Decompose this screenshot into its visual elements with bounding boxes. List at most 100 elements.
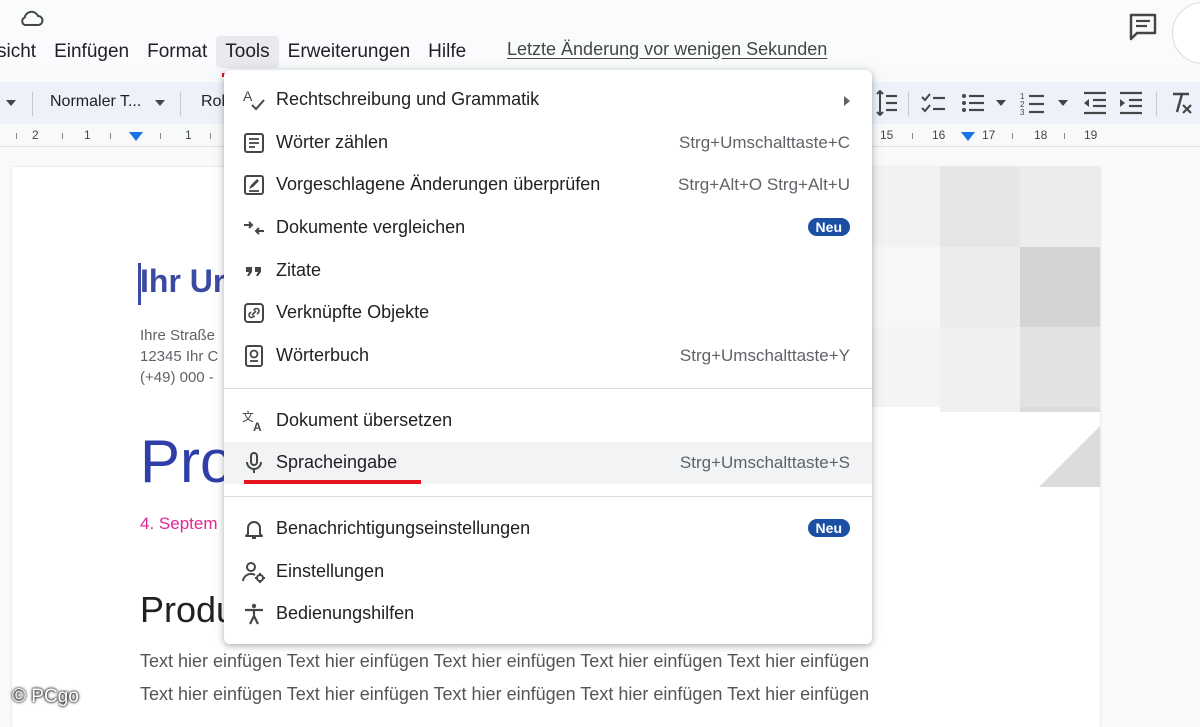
menu-item-compare-documents[interactable]: Dokumente vergleichen Neu xyxy=(224,207,872,249)
increase-indent-icon[interactable] xyxy=(1118,90,1144,116)
user-settings-icon xyxy=(242,562,265,583)
shortcut-text: Strg+Umschalttaste+Y xyxy=(679,346,850,365)
dictionary-icon xyxy=(245,345,263,367)
spellcheck-icon: A xyxy=(243,88,265,111)
menu-divider xyxy=(224,388,872,389)
voice-typing-highlight-underline xyxy=(244,480,421,484)
zoom-dropdown-arrow-icon[interactable] xyxy=(6,100,16,106)
ruler-number: 19 xyxy=(1084,128,1098,142)
menu-bar: sicht Einfügen Format Tools Erweiterunge… xyxy=(0,36,475,68)
word-count-icon xyxy=(244,133,264,153)
ruler-number: 16 xyxy=(932,128,946,142)
cloud-saved-icon[interactable] xyxy=(18,8,44,28)
menu-item-review-edits[interactable]: Vorgeschlagene Änderungen überprüfen Str… xyxy=(224,164,872,206)
review-edits-icon xyxy=(244,175,264,195)
decor-tile xyxy=(1020,167,1100,247)
decor-tile xyxy=(860,167,940,247)
ruler-number: 17 xyxy=(982,128,996,142)
accessibility-icon xyxy=(245,603,263,625)
right-indent-marker-icon[interactable] xyxy=(961,132,975,141)
top-bar: sicht Einfügen Format Tools Erweiterunge… xyxy=(0,0,1200,70)
numbered-list-icon[interactable]: 1 2 3 xyxy=(1020,90,1046,116)
toolbar-divider xyxy=(180,92,181,116)
menu-item-label: Vorgeschlagene Änderungen überprüfen xyxy=(276,174,601,194)
menu-item-spelling-grammar[interactable]: A Rechtschreibung und Grammatik xyxy=(224,79,872,121)
menu-divider xyxy=(224,496,872,497)
menu-item-label: Einstellungen xyxy=(276,561,385,581)
line-spacing-icon[interactable] xyxy=(872,90,898,116)
menu-item-notification-settings[interactable]: Benachrichtigungseinstellungen Neu xyxy=(224,508,872,550)
watermark: © PCgo xyxy=(12,686,79,707)
menu-item-label: Dokument übersetzen xyxy=(276,410,453,430)
address-line[interactable]: Ihre Straße xyxy=(140,327,215,344)
company-name[interactable]: Ihr Ur xyxy=(140,263,225,300)
document-title[interactable]: Pro xyxy=(140,427,233,496)
menu-item-label: Spracheingabe xyxy=(276,452,398,472)
menu-ansicht[interactable]: sicht xyxy=(0,36,45,68)
decor-tile xyxy=(1020,327,1100,407)
ruler-number: 18 xyxy=(1034,128,1048,142)
decrease-indent-icon[interactable] xyxy=(1082,90,1108,116)
decor-tile xyxy=(860,327,940,407)
menu-item-label: Wörterbuch xyxy=(276,345,370,365)
menu-hilfe[interactable]: Hilfe xyxy=(419,36,475,68)
avatar[interactable] xyxy=(1172,2,1200,64)
toolbar-divider xyxy=(908,92,909,116)
bell-icon xyxy=(245,521,263,539)
compare-icon xyxy=(244,221,264,235)
style-select[interactable]: Normaler T... xyxy=(50,93,141,111)
body-text-line[interactable]: Text hier einfügen Text hier einfügen Te… xyxy=(140,651,869,672)
link-objects-icon xyxy=(244,303,264,323)
menu-item-preferences[interactable]: Einstellungen xyxy=(224,551,872,593)
address-line[interactable]: 12345 Ihr C xyxy=(140,348,218,365)
menu-item-linked-objects[interactable]: Verknüpfte Objekte xyxy=(224,292,872,334)
toolbar-divider xyxy=(1156,92,1157,116)
style-dropdown-arrow-icon[interactable] xyxy=(155,100,165,106)
menu-item-label: Bedienungshilfen xyxy=(276,603,415,623)
new-badge: Neu xyxy=(807,218,850,236)
ruler-number: 2 xyxy=(32,128,39,142)
body-text-line[interactable]: Text hier einfügen Text hier einfügen Te… xyxy=(140,684,869,705)
left-indent-marker-icon[interactable] xyxy=(129,132,143,141)
bulleted-list-dropdown-arrow-icon[interactable] xyxy=(996,100,1006,106)
clear-formatting-icon[interactable] xyxy=(1168,90,1194,116)
document-date[interactable]: 4. Septem xyxy=(140,514,218,534)
new-badge: Neu xyxy=(807,519,850,537)
microphone-icon xyxy=(246,452,262,473)
translate-icon: 文 A xyxy=(242,409,262,433)
svg-text:A: A xyxy=(243,88,253,104)
menu-item-citations[interactable]: Zitate xyxy=(224,250,872,292)
checklist-icon[interactable] xyxy=(920,90,946,116)
svg-text:3: 3 xyxy=(1020,108,1025,116)
menu-item-accessibility[interactable]: Bedienungshilfen xyxy=(224,593,872,635)
svg-text:A: A xyxy=(253,420,262,433)
numbered-list-dropdown-arrow-icon[interactable] xyxy=(1058,100,1068,106)
menu-erweiterungen[interactable]: Erweiterungen xyxy=(279,36,420,68)
menu-item-label: Zitate xyxy=(276,260,322,280)
section-heading[interactable]: Produ xyxy=(140,589,236,631)
decor-tile xyxy=(860,247,940,327)
menu-item-voice-typing[interactable]: Spracheingabe Strg+Umschalttaste+S xyxy=(224,442,872,484)
shortcut-text: Strg+Umschalttaste+C xyxy=(678,133,850,152)
submenu-arrow-icon xyxy=(844,96,850,106)
toolbar-divider xyxy=(32,92,33,116)
menu-item-translate-document[interactable]: 文 A Dokument übersetzen xyxy=(224,400,872,442)
menu-item-label: Verknüpfte Objekte xyxy=(276,302,430,322)
font-select[interactable]: Rol xyxy=(201,93,225,111)
comment-history-icon[interactable] xyxy=(1127,12,1159,42)
menu-item-label: Benachrichtigungseinstellungen xyxy=(276,518,531,538)
decor-tile xyxy=(940,247,1020,327)
menu-format[interactable]: Format xyxy=(138,36,216,68)
menu-tools[interactable]: Tools xyxy=(216,36,279,68)
tools-menu-dropdown: A Rechtschreibung und Grammatik Wörter z… xyxy=(224,70,872,644)
menu-item-label: Rechtschreibung und Grammatik xyxy=(276,89,540,109)
decor-tile xyxy=(940,167,1020,247)
bulleted-list-icon[interactable] xyxy=(960,90,986,116)
ruler-number: 1 xyxy=(84,128,91,142)
address-line[interactable]: (+49) 000 - xyxy=(140,369,214,386)
menu-item-label: Dokumente vergleichen xyxy=(276,217,466,237)
last-change-link[interactable]: Letzte Änderung vor wenigen Sekunden xyxy=(507,39,827,60)
menu-item-word-count[interactable]: Wörter zählen Strg+Umschalttaste+C xyxy=(224,122,872,164)
menu-einfuegen[interactable]: Einfügen xyxy=(45,36,138,68)
menu-item-dictionary[interactable]: Wörterbuch Strg+Umschalttaste+Y xyxy=(224,335,872,377)
